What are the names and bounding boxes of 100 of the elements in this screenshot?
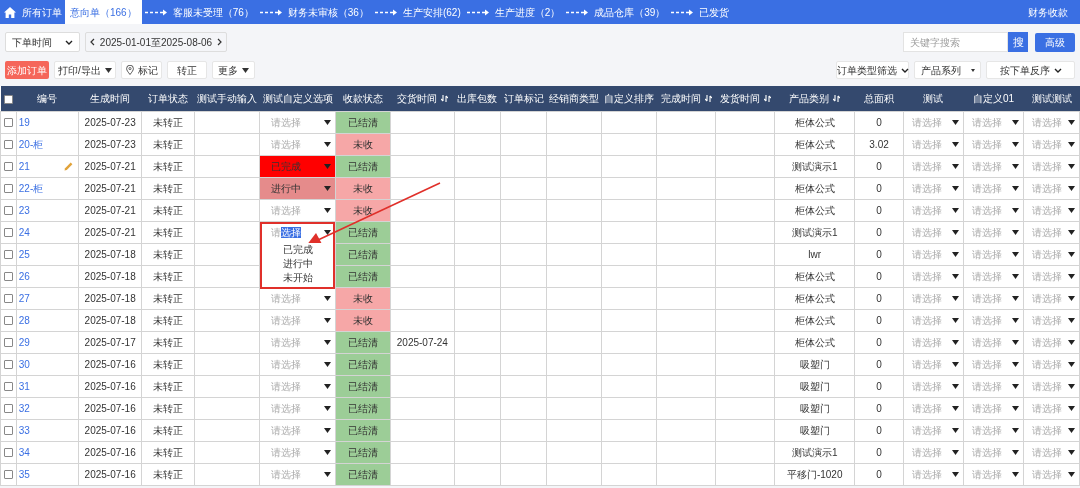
checkbox[interactable] [3, 250, 13, 260]
checkbox[interactable] [3, 470, 13, 480]
option-select[interactable]: 请选择 [963, 353, 1023, 375]
sort-icon[interactable] [833, 94, 841, 102]
option-select[interactable]: 请选择 [903, 221, 963, 243]
option-select[interactable]: 请选择 [1024, 177, 1079, 199]
chevron-left-icon[interactable] [90, 38, 95, 46]
search-button[interactable]: 搜 [1008, 32, 1028, 52]
order-number-link[interactable]: 30 [18, 356, 30, 372]
option-select[interactable]: 已完成 [260, 155, 336, 177]
option-select[interactable]: 请选择 [903, 375, 963, 397]
checkbox[interactable] [3, 294, 13, 304]
order-number-link[interactable]: 35 [18, 466, 30, 482]
checkbox[interactable] [3, 206, 13, 216]
nav-tab[interactable]: 意向单（166） [65, 0, 142, 24]
option-select[interactable]: 请选择 [903, 133, 963, 155]
option-select[interactable]: 请选择 [1024, 353, 1079, 375]
option-select[interactable]: 请选择 [963, 375, 1023, 397]
date-range-picker[interactable]: 2025-01-01至2025-08-06 [85, 32, 227, 52]
checkbox[interactable] [3, 94, 13, 104]
order-number-link[interactable]: 26 [18, 268, 30, 284]
order-number-link[interactable]: 24 [18, 224, 30, 240]
search-field[interactable]: 关键字搜索 [903, 32, 1008, 52]
option-select[interactable]: 请选择 [963, 287, 1023, 309]
mark-button[interactable]: 标记 [121, 61, 162, 79]
nav-tab[interactable]: 生产进度（2） [491, 0, 564, 24]
option-select[interactable]: 请选择 [963, 397, 1023, 419]
convert-button[interactable]: 转正 [167, 61, 207, 79]
option-select[interactable]: 请选择 [1024, 221, 1079, 243]
order-number-link[interactable]: 29 [18, 334, 30, 350]
more-button[interactable]: 更多 [212, 61, 255, 79]
sort-icon[interactable] [704, 94, 712, 102]
option-select[interactable]: 请选择 [963, 441, 1023, 463]
option-select[interactable]: 请选择 [963, 265, 1023, 287]
option-select[interactable]: 请选择 [963, 463, 1023, 485]
option-select[interactable]: 请选择 [1024, 441, 1079, 463]
option-select[interactable]: 请选择 [903, 353, 963, 375]
checkbox[interactable] [3, 272, 13, 282]
order-number-link[interactable]: 25 [18, 246, 30, 262]
nav-tab[interactable]: 已发货 [696, 0, 733, 24]
print-export-button[interactable]: 打印/导出 [54, 61, 116, 79]
nav-tab[interactable]: 所有订单 [19, 0, 65, 24]
order-number-link[interactable]: 34 [18, 444, 30, 460]
nav-tab[interactable]: 客服未受理（76） [169, 0, 257, 24]
option-select[interactable]: 请选择 [903, 243, 963, 265]
order-number-link[interactable]: 31 [18, 378, 30, 394]
option-select[interactable]: 请选择 [963, 177, 1023, 199]
checkbox[interactable] [3, 184, 13, 194]
option-select[interactable]: 请选择 [903, 111, 963, 133]
sort-icon[interactable] [763, 94, 771, 102]
nav-tab[interactable]: 成品仓库（39） [591, 0, 669, 24]
sort-icon[interactable] [440, 94, 448, 102]
option-select[interactable]: 请选择 [903, 397, 963, 419]
option-select[interactable]: 请选择 [1024, 419, 1079, 441]
order-type-select[interactable]: 订单类型筛选 [836, 61, 909, 79]
checkbox[interactable] [3, 316, 13, 326]
nav-tab[interactable]: 生产安排(62) [399, 0, 464, 24]
checkbox[interactable] [3, 118, 13, 128]
option-select[interactable]: 请选择 [1024, 331, 1079, 353]
option-select[interactable]: 请选择 [963, 111, 1023, 133]
option-select[interactable]: 请选择 [903, 463, 963, 485]
order-number-link[interactable]: 21 [18, 158, 30, 174]
checkbox[interactable] [3, 426, 13, 436]
option-select[interactable]: 请选择 [1024, 463, 1079, 485]
checkbox[interactable] [3, 162, 13, 172]
option-select[interactable]: 请选择 [1024, 155, 1079, 177]
checkbox[interactable] [3, 228, 13, 238]
option-select[interactable]: 请选择 [1024, 309, 1079, 331]
option-select[interactable]: 请选择 [1024, 199, 1079, 221]
option-select[interactable]: 请选择 [963, 243, 1023, 265]
option-select[interactable]: 请选择 [903, 177, 963, 199]
home-icon[interactable] [4, 6, 16, 18]
time-field-select[interactable]: 下单时间 [5, 32, 80, 52]
nav-tab[interactable]: 财务未审核（36） [284, 0, 372, 24]
finance-link[interactable]: 财务收款 [1028, 4, 1068, 20]
checkbox[interactable] [3, 382, 13, 392]
option-select[interactable]: 请选择 [903, 199, 963, 221]
option-select[interactable]: 请选择 [1024, 287, 1079, 309]
option-select[interactable]: 请选择 [903, 331, 963, 353]
order-number-link[interactable]: 23 [18, 202, 30, 218]
option-select[interactable]: 请选择 [963, 221, 1023, 243]
order-number-link[interactable]: 27 [18, 290, 30, 306]
dropdown-option[interactable]: 进行中 [282, 256, 313, 271]
product-series-select[interactable]: 产品系列 [914, 61, 981, 79]
option-select[interactable]: 请选择 [1024, 243, 1079, 265]
checkbox[interactable] [3, 404, 13, 414]
sort-order-select[interactable]: 按下单反序 [986, 61, 1075, 79]
option-select[interactable]: 请选择 [963, 331, 1023, 353]
option-select[interactable]: 请选择 [903, 155, 963, 177]
option-select[interactable]: 请选择 [1024, 397, 1079, 419]
option-select[interactable]: 请选择 [903, 287, 963, 309]
pencil-icon[interactable] [64, 161, 74, 171]
option-select[interactable]: 请选择 [963, 419, 1023, 441]
advanced-button[interactable]: 高级 [1035, 32, 1075, 52]
order-number-link[interactable]: 19 [18, 114, 30, 130]
checkbox[interactable] [3, 338, 13, 348]
option-select[interactable]: 请选择 [903, 441, 963, 463]
option-select[interactable]: 请选择 [963, 199, 1023, 221]
option-select[interactable]: 请选择 [903, 419, 963, 441]
option-select[interactable]: 请选择 [903, 265, 963, 287]
